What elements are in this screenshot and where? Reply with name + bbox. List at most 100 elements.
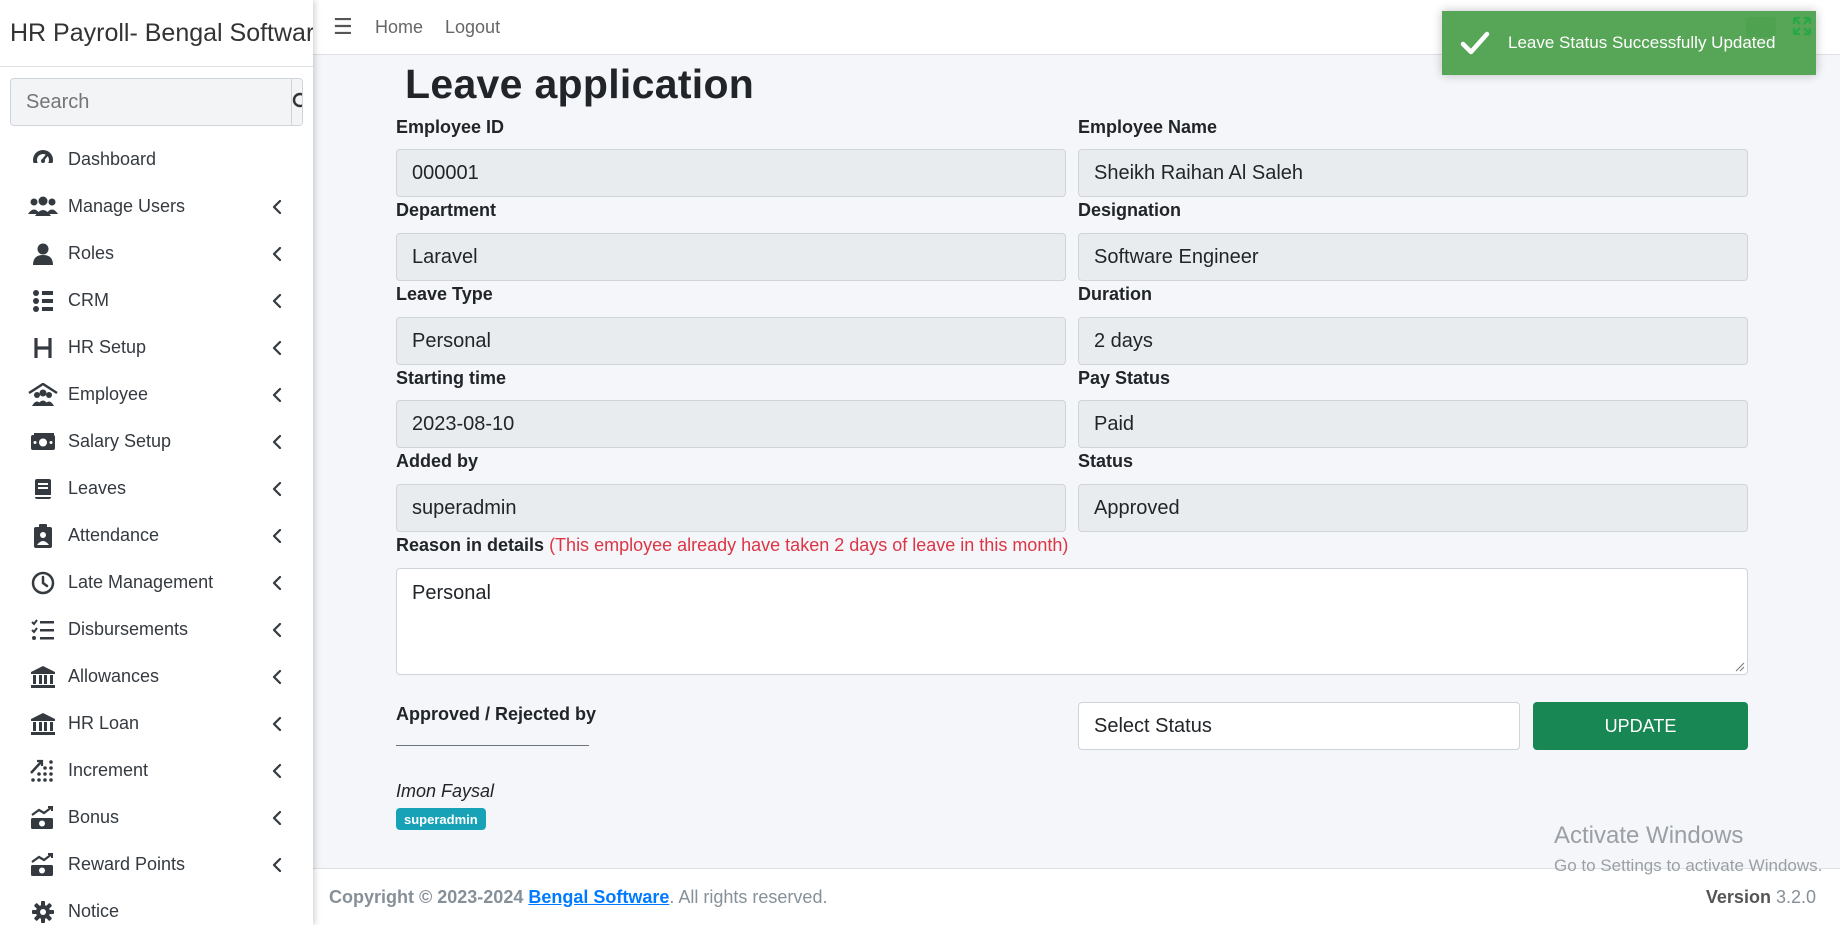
sidebar-item-hr-loan[interactable]: HR Loan [0, 700, 313, 747]
employee-icon [28, 382, 58, 408]
department-field[interactable]: Laravel [396, 233, 1066, 281]
chevron-left-icon [270, 528, 284, 543]
users-icon [28, 194, 58, 220]
rights-text: . All rights reserved. [669, 886, 828, 907]
money-icon [28, 429, 58, 455]
menu-toggle-icon[interactable]: ☰ [333, 14, 353, 40]
employee-name-field[interactable]: Sheikh Raihan Al Saleh [1078, 149, 1748, 197]
leave-type-field[interactable]: Personal [396, 317, 1066, 365]
sidebar-item-label: HR Setup [68, 337, 147, 357]
sidebar-item-label: Dashboard [68, 149, 157, 169]
sidebar-item-label: Manage Users [68, 196, 186, 216]
sidebar-item-label: Disbursements [68, 619, 189, 639]
employee-id-label: Employee ID [396, 117, 505, 137]
update-button[interactable]: UPDATE [1533, 702, 1748, 750]
chevron-left-icon [270, 810, 284, 825]
reason-textarea[interactable]: Personal [396, 568, 1748, 675]
sidebar-item-label: Bonus [68, 807, 120, 827]
search-input[interactable] [11, 79, 291, 125]
resize-grip-icon[interactable] [1735, 662, 1745, 672]
success-toast[interactable]: Leave Status Successfully Updated [1442, 11, 1816, 75]
dashboard-icon [28, 147, 58, 173]
status-field[interactable]: Approved [1078, 484, 1748, 532]
money-chart-icon [28, 852, 58, 878]
reason-label: Reason in details [396, 535, 545, 555]
status-select[interactable]: Select Status [1078, 702, 1520, 750]
chevron-left-icon [270, 387, 284, 402]
chevron-left-icon [270, 669, 284, 684]
duration-field[interactable]: 2 days [1078, 317, 1748, 365]
search-icon [292, 92, 302, 108]
chevron-left-icon [270, 763, 284, 778]
brand-title[interactable]: HR Payroll- Bengal Software [0, 0, 313, 67]
leave-warning-text: (This employee already have taken 2 days… [549, 535, 1069, 555]
sidebar-item-disbursements[interactable]: Disbursements [0, 606, 313, 653]
sidebar-item-label: Reward Points [68, 854, 186, 874]
reason-label-row: Reason in details (This employee already… [396, 535, 1068, 556]
sidebar-item-dashboard[interactable]: Dashboard [0, 136, 313, 183]
sidebar-item-employee[interactable]: Employee [0, 371, 313, 418]
bank-icon [28, 664, 58, 690]
duration-label: Duration [1078, 284, 1152, 304]
employee-id-field[interactable]: 000001 [396, 149, 1066, 197]
starting-time-field[interactable]: 2023-08-10 [396, 400, 1066, 448]
sidebar-item-late-management[interactable]: Late Management [0, 559, 313, 606]
sidebar: HR Payroll- Bengal Software Dashboard Man… [0, 0, 313, 925]
page-title: Leave application [405, 61, 755, 107]
sidebar-item-hr-setup[interactable]: HR Setup [0, 324, 313, 371]
chevron-left-icon [270, 857, 284, 872]
sidebar-item-manage-users[interactable]: Manage Users [0, 183, 313, 230]
company-link[interactable]: Bengal Software [528, 887, 669, 908]
sidebar-item-leaves[interactable]: Leaves [0, 465, 313, 512]
sidebar-item-notice[interactable]: Notice [0, 888, 313, 925]
sidebar-item-roles[interactable]: Roles [0, 230, 313, 277]
version-info: Version 3.2.0 [1706, 887, 1816, 908]
sidebar-item-label: Notice [68, 901, 120, 921]
version-number: 3.2.0 [1775, 886, 1816, 907]
sidebar-item-label: Leaves [68, 478, 127, 498]
fullscreen-icon[interactable] [1792, 16, 1812, 36]
sidebar-item-label: Employee [68, 384, 149, 404]
sidebar-item-bonus[interactable]: Bonus [0, 794, 313, 841]
search-button[interactable] [291, 79, 302, 125]
clock-icon [28, 570, 58, 596]
sidebar-item-increment[interactable]: Increment [0, 747, 313, 794]
sidebar-item-label: Salary Setup [68, 431, 172, 451]
crm-icon [28, 288, 58, 314]
sidebar-item-reward-points[interactable]: Reward Points [0, 841, 313, 888]
chevron-left-icon [270, 199, 284, 214]
home-link[interactable]: Home [375, 17, 423, 38]
reason-text: Personal [412, 582, 491, 604]
version-label: Version [1705, 886, 1771, 907]
approver-name: Imon Faysal [396, 781, 495, 801]
list-check-icon [28, 617, 58, 643]
chevron-left-icon [270, 340, 284, 355]
sidebar-item-label: Increment [68, 760, 149, 780]
book-icon [28, 476, 58, 502]
sidebar-item-attendance[interactable]: Attendance [0, 512, 313, 559]
sidebar-item-salary-setup[interactable]: Salary Setup [0, 418, 313, 465]
sidebar-item-label: Late Management [68, 572, 214, 592]
gear-icon [28, 899, 58, 925]
sidebar-item-label: CRM [68, 290, 109, 310]
chevron-left-icon [270, 575, 284, 590]
logout-link[interactable]: Logout [445, 17, 500, 38]
pay-status-field[interactable]: Paid [1078, 400, 1748, 448]
clipboard-user-icon [28, 523, 58, 549]
sidebar-item-label: Roles [68, 243, 115, 263]
sidebar-item-crm[interactable]: CRM [0, 277, 313, 324]
pay-status-label: Pay Status [1078, 368, 1171, 388]
chevron-left-icon [270, 293, 284, 308]
sidebar-item-allowances[interactable]: Allowances [0, 653, 313, 700]
added-by-field[interactable]: superadmin [396, 484, 1066, 532]
sidebar-nav: Dashboard Manage Users Roles CRM HR Setup Emp… [0, 136, 313, 925]
watermark-line-2: Go to Settings to activate Windows. [1554, 856, 1823, 875]
toast-message: Leave Status Successfully Updated [1508, 33, 1776, 52]
footer: Copyright © 2023-2024 Bengal Software. A… [313, 868, 1840, 925]
copyright-text: Copyright © 2023-2024 [329, 886, 524, 907]
added-by-label: Added by [396, 451, 479, 471]
sidebar-item-label: Allowances [68, 666, 160, 686]
leave-type-label: Leave Type [396, 284, 493, 304]
starting-time-label: Starting time [396, 368, 507, 388]
designation-field[interactable]: Software Engineer [1078, 233, 1748, 281]
